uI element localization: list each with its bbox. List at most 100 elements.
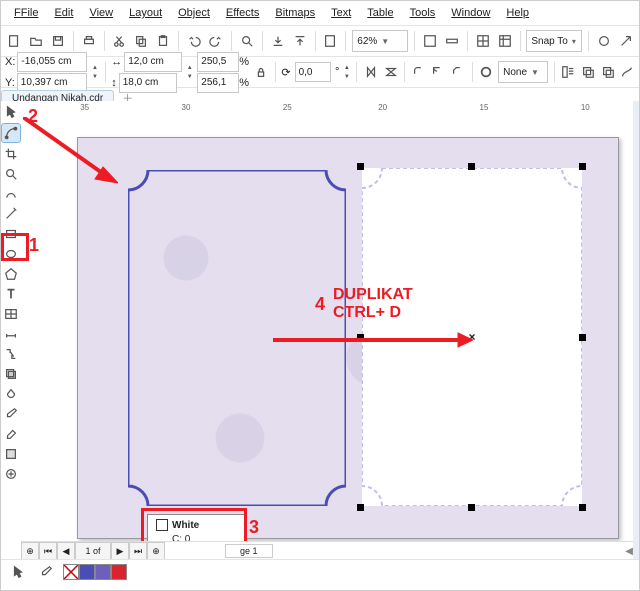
- page-last-button[interactable]: ⏭: [129, 542, 147, 560]
- menu-help[interactable]: Help: [499, 6, 536, 20]
- color-palette-strip[interactable]: [633, 101, 639, 560]
- menu-edit[interactable]: Edit: [47, 6, 80, 20]
- chevron-down-icon: ▼: [531, 68, 539, 77]
- rotation-spinner[interactable]: ▲▼: [343, 63, 350, 81]
- shape-tool[interactable]: [1, 123, 21, 143]
- drop-shadow-tool[interactable]: [2, 365, 20, 383]
- selection-handle[interactable]: [357, 504, 364, 511]
- to-front-button[interactable]: [580, 61, 596, 83]
- selection-handle[interactable]: [468, 504, 475, 511]
- page-add-after-button[interactable]: ⊕: [147, 542, 165, 560]
- mirror-h-button[interactable]: [363, 61, 379, 83]
- width-input[interactable]: 12,0 cm: [124, 52, 182, 72]
- position-spinner[interactable]: ▲▼: [91, 63, 98, 81]
- menu-table[interactable]: Table: [360, 6, 400, 20]
- selection-handle[interactable]: [579, 163, 586, 170]
- zoom-tool[interactable]: [2, 165, 20, 183]
- annotation-arrow-diag: [23, 117, 118, 187]
- scale-y-input[interactable]: 256,1: [197, 73, 239, 93]
- canvas[interactable]: × 4 DUPLIKAT CTRL+ D: [37, 117, 633, 560]
- transparency-tool[interactable]: [2, 385, 20, 403]
- menu-window[interactable]: Window: [444, 6, 497, 20]
- menu-layout[interactable]: Layout: [122, 6, 169, 20]
- lock-ratio-button[interactable]: [253, 61, 269, 83]
- freehand-tool[interactable]: [2, 185, 20, 203]
- rotation-input[interactable]: 0,0: [295, 62, 331, 82]
- corner-scallop-button[interactable]: [431, 61, 447, 83]
- size-spinner[interactable]: ▲▼: [186, 63, 193, 81]
- menu-object[interactable]: Object: [171, 6, 217, 20]
- convert-curves-button[interactable]: [619, 61, 635, 83]
- scale-x-input[interactable]: 250,5: [197, 52, 239, 72]
- zoom-combo[interactable]: 62%▼: [352, 30, 408, 52]
- selection-handle[interactable]: [468, 163, 475, 170]
- text-tool[interactable]: [2, 285, 20, 303]
- page-first-button[interactable]: ⏮: [39, 542, 57, 560]
- page-next-button[interactable]: ▶: [111, 542, 129, 560]
- ruler-tick-label: 15: [480, 103, 489, 112]
- interactive-fill-tool[interactable]: [2, 425, 20, 443]
- page-prev-button[interactable]: ◀: [57, 542, 75, 560]
- dimension-tool[interactable]: [2, 325, 20, 343]
- redo-button[interactable]: [207, 30, 225, 52]
- paste-button[interactable]: [154, 30, 172, 52]
- page-add-button[interactable]: ⊕: [21, 542, 39, 560]
- launch-button[interactable]: [617, 30, 635, 52]
- to-back-button[interactable]: [600, 61, 616, 83]
- table-tool[interactable]: [2, 305, 20, 323]
- property-bar: X:-16,055 cm Y:10,397 cm ▲▼ ↔12,0 cm ↕18…: [1, 56, 639, 87]
- undo-button[interactable]: [185, 30, 203, 52]
- pick-tool[interactable]: [2, 103, 20, 121]
- swatch-color[interactable]: [95, 564, 111, 580]
- drawing-page[interactable]: × 4 DUPLIKAT CTRL+ D: [77, 137, 619, 539]
- menu-tools[interactable]: Tools: [403, 6, 443, 20]
- eyedropper-status-icon[interactable]: [35, 561, 57, 583]
- menu-view[interactable]: View: [82, 6, 120, 20]
- copy-button[interactable]: [132, 30, 150, 52]
- show-rulers-button[interactable]: [443, 30, 461, 52]
- options-button[interactable]: [595, 30, 613, 52]
- menu-file[interactable]: FFile: [7, 6, 45, 20]
- snap-combo[interactable]: Snap To▾: [526, 30, 582, 52]
- quick-customize[interactable]: [2, 465, 20, 483]
- eyedropper-tool[interactable]: [2, 405, 20, 423]
- selection-handle[interactable]: [579, 334, 586, 341]
- menu-text[interactable]: Text: [324, 6, 358, 20]
- polygon-tool[interactable]: [2, 265, 20, 283]
- import-button[interactable]: [269, 30, 287, 52]
- outline-style-combo[interactable]: None▼: [498, 61, 548, 83]
- cursor-status-icon: [7, 561, 29, 583]
- cut-button[interactable]: [111, 30, 129, 52]
- width-icon: ↔: [111, 56, 122, 68]
- connector-tool[interactable]: [2, 345, 20, 363]
- page-tab[interactable]: ge 1: [225, 544, 273, 558]
- crop-tool[interactable]: [2, 145, 20, 163]
- export-button[interactable]: [291, 30, 309, 52]
- swatch-color[interactable]: [111, 564, 127, 580]
- save-button[interactable]: [49, 30, 67, 52]
- swatch-color[interactable]: [79, 564, 95, 580]
- menu-effects[interactable]: Effects: [219, 6, 266, 20]
- ruler-horizontal[interactable]: 35 30 25 20 15 10: [37, 101, 633, 118]
- swatch-none[interactable]: [63, 564, 79, 580]
- selection-handle[interactable]: [579, 504, 586, 511]
- publish-pdf-button[interactable]: [322, 30, 340, 52]
- artistic-media-tool[interactable]: [2, 205, 20, 223]
- corner-chamfer-button[interactable]: [450, 61, 466, 83]
- search-button[interactable]: [238, 30, 256, 52]
- smart-fill-tool[interactable]: [2, 445, 20, 463]
- menu-bitmaps[interactable]: Bitmaps: [268, 6, 322, 20]
- scroll-left-icon[interactable]: ◀: [625, 546, 633, 557]
- selection-handle[interactable]: [357, 163, 364, 170]
- x-position-input[interactable]: -16,055 cm: [17, 52, 87, 72]
- corner-round-button[interactable]: [411, 61, 427, 83]
- print-button[interactable]: [80, 30, 98, 52]
- mirror-v-button[interactable]: [383, 61, 399, 83]
- new-button[interactable]: [5, 30, 23, 52]
- grid-button[interactable]: [474, 30, 492, 52]
- ruler-tick-label: 25: [283, 103, 292, 112]
- open-button[interactable]: [27, 30, 45, 52]
- guides-button[interactable]: [496, 30, 514, 52]
- wrap-text-button[interactable]: [561, 61, 577, 83]
- fullscreen-button[interactable]: [421, 30, 439, 52]
